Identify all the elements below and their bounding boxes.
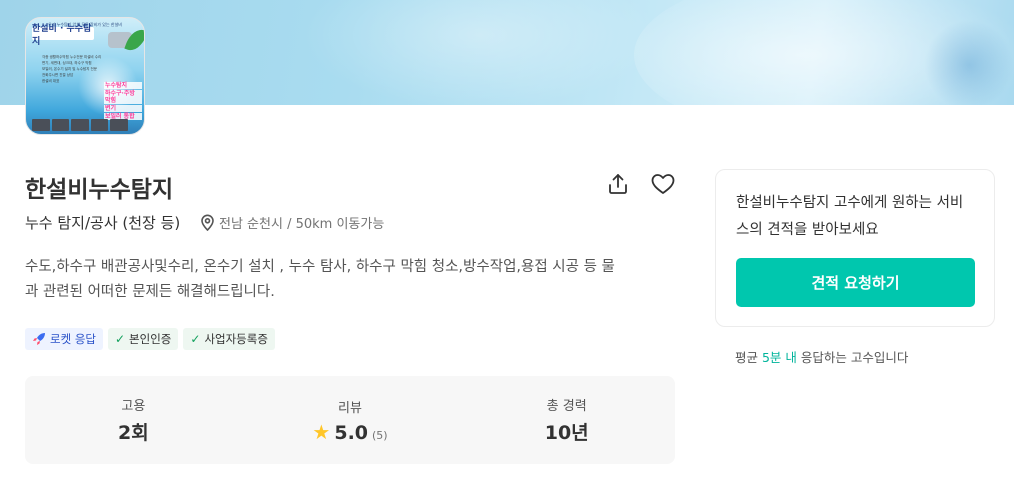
check-icon: ✓ bbox=[190, 332, 201, 346]
pro-description: 수도,하수구 배관공사및수리, 온수기 설치 , 누수 탐사, 하수구 막힘 청… bbox=[25, 259, 615, 300]
leaf-icon bbox=[124, 25, 144, 55]
map-pin-icon bbox=[201, 214, 214, 231]
check-icon: ✓ bbox=[114, 332, 126, 346]
location-text: 전남 순천시 / 50km 이동가능 bbox=[219, 217, 385, 232]
stats-panel: 고용 2회 리뷰 ★ 5.0 (5) 총 경력 10년 bbox=[25, 376, 675, 464]
banner-wave bbox=[924, 20, 1014, 105]
banner-wave bbox=[300, 0, 660, 105]
share-icon bbox=[609, 174, 627, 194]
quote-prompt: 한설비누수탐지 고수에게 원하는 서비스의 견적을 받아보세요 bbox=[736, 195, 964, 238]
avatar-photo-strip bbox=[32, 119, 128, 131]
star-icon: ★ bbox=[312, 419, 331, 444]
service-location: 전남 순천시 / 50km 이동가능 bbox=[200, 213, 384, 232]
review-count: (5) bbox=[372, 428, 388, 442]
badge-list: 로켓 응답 ✓ 본인인증 ✓ 사업자등록증 bbox=[25, 328, 275, 350]
avatar-title: 한설비 · 누수탐지 bbox=[32, 24, 94, 47]
identity-verified-badge: ✓ 본인인증 bbox=[107, 328, 179, 350]
stat-career: 총 경력 10년 bbox=[544, 399, 589, 444]
avatar-highlight-text: 누수탐지 하수구·주방 막힘 변기 보일러 통합 bbox=[104, 82, 142, 120]
profile-banner bbox=[0, 0, 1014, 105]
quote-request-card: 한설비누수탐지 고수에게 원하는 서비스의 견적을 받아보세요 견적 요청하기 bbox=[715, 169, 995, 327]
pro-name: 한설비누수탐지 bbox=[25, 177, 174, 203]
stat-hire: 고용 2회 bbox=[117, 399, 149, 444]
service-category: 누수 탐지/공사 (천장 등) bbox=[25, 214, 181, 232]
business-registration-badge: ✓ 사업자등록증 bbox=[183, 328, 275, 350]
request-quote-button[interactable]: 견적 요청하기 bbox=[736, 258, 975, 307]
response-time-highlight: 5분 내 bbox=[761, 350, 797, 365]
response-time: 평균 5분 내 응답하는 고수입니다 bbox=[735, 350, 909, 365]
stat-review[interactable]: 리뷰 ★ 5.0 (5) bbox=[242, 376, 459, 464]
profile-avatar[interactable]: 우리 누수탐지 업체 모든 장비가 있는 한설비 한설비 · 누수탐지 각종 생… bbox=[25, 17, 145, 135]
avatar-body-text: 각종 생활하수막힘 누수전문 미설비 수리 변기, 세면대, 싱크대, 하수구 … bbox=[42, 55, 102, 83]
rocket-icon bbox=[33, 333, 45, 345]
rocket-response-badge: 로켓 응답 bbox=[25, 328, 103, 350]
like-button[interactable] bbox=[650, 172, 676, 196]
review-rating: 5.0 bbox=[334, 421, 369, 444]
share-button[interactable] bbox=[606, 172, 630, 196]
heart-icon bbox=[651, 174, 675, 194]
